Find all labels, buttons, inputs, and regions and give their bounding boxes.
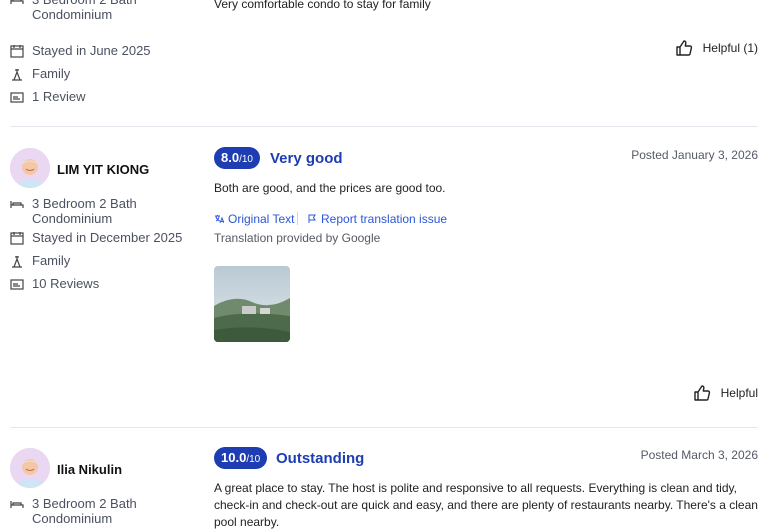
- family-icon: [12, 69, 22, 81]
- report-translation-label: Report translation issue: [321, 212, 448, 226]
- helpful-button[interactable]: Helpful: [693, 384, 758, 402]
- review-text: Very comfortable condo to stay for famil…: [214, 0, 431, 11]
- avatar: [10, 148, 50, 188]
- stay-date-row: Stayed in December 2025: [10, 230, 182, 245]
- family-icon: [12, 256, 22, 268]
- original-text-label: Original Text: [228, 212, 295, 226]
- translation-note: Translation provided by Google: [214, 231, 381, 245]
- helpful-label: Helpful (1): [702, 41, 758, 55]
- flag-icon: [308, 214, 316, 223]
- thumbs-up-icon: [693, 385, 710, 401]
- rating-label: Outstanding: [276, 450, 365, 467]
- review-photo[interactable]: [214, 266, 290, 342]
- link-separator: [297, 212, 298, 225]
- score-value: 8.0: [221, 150, 240, 165]
- translate-icon: [215, 215, 224, 224]
- posted-date: Posted January 3, 2026: [631, 148, 758, 162]
- review-count: 10 Reviews: [32, 276, 100, 291]
- traveler-type: Family: [32, 66, 71, 81]
- room-type: 3 Bedroom 2 Bath Condominium: [32, 0, 137, 22]
- review-text: A great place to stay. The host is polit…: [214, 481, 758, 529]
- stay-date: Stayed in June 2025: [32, 43, 151, 58]
- helpful-button[interactable]: Helpful (1): [675, 39, 758, 57]
- review-icon: [10, 92, 24, 103]
- avatar-illustration: [10, 448, 50, 488]
- room-type-row: 3 Bedroom 2 Bath Condominium: [10, 196, 152, 226]
- stay-date-row: Stayed in June 2025: [10, 43, 151, 58]
- bed-icon: [10, 0, 24, 4]
- review-photo-image: [214, 266, 290, 342]
- original-text-link[interactable]: Original Text: [214, 212, 294, 226]
- score-badge: 10.0/10: [214, 447, 268, 469]
- score-max: /10: [246, 454, 261, 465]
- traveler-type: Family: [32, 253, 71, 268]
- posted-date: Posted March 3, 2026: [640, 448, 758, 462]
- review-text: Both are good, and the prices are good t…: [214, 181, 446, 195]
- rating-label: Very good: [270, 150, 343, 167]
- room-type-row: 3 Bedroom 2 Bath Condominium: [10, 496, 152, 526]
- calendar-icon: [10, 232, 24, 245]
- score-badge: 8.0/10: [214, 147, 260, 169]
- bed-icon: [10, 201, 24, 208]
- room-type: 3 Bedroom 2 Bath Condominium: [32, 496, 137, 526]
- score-value: 10.0: [221, 450, 247, 465]
- calendar-icon: [10, 45, 24, 58]
- room-type: 3 Bedroom 2 Bath Condominium: [32, 196, 137, 226]
- avatar: [10, 448, 50, 488]
- review-count-row: 1 Review: [10, 89, 85, 104]
- bed-icon: [10, 501, 24, 508]
- helpful-label: Helpful: [720, 386, 758, 400]
- traveler-type-row: Family: [10, 66, 70, 81]
- score-max: /10: [239, 154, 253, 165]
- avatar-illustration: [10, 148, 50, 188]
- review-count: 1 Review: [32, 89, 86, 104]
- review-count-row: 10 Reviews: [10, 276, 99, 291]
- traveler-type-row: Family: [10, 253, 70, 268]
- room-type-row: 3 Bedroom 2 Bath Condominium: [10, 0, 152, 22]
- report-translation-link[interactable]: Report translation issue: [307, 212, 447, 226]
- review-divider: [10, 126, 758, 127]
- review-divider: [10, 427, 758, 428]
- review-icon: [10, 279, 24, 290]
- reviewer-name: LIM YIT KIONG: [57, 162, 150, 177]
- thumbs-up-icon: [675, 40, 692, 56]
- reviewer-name: Ilia Nikulin: [57, 462, 123, 477]
- stay-date: Stayed in December 2025: [32, 230, 183, 245]
